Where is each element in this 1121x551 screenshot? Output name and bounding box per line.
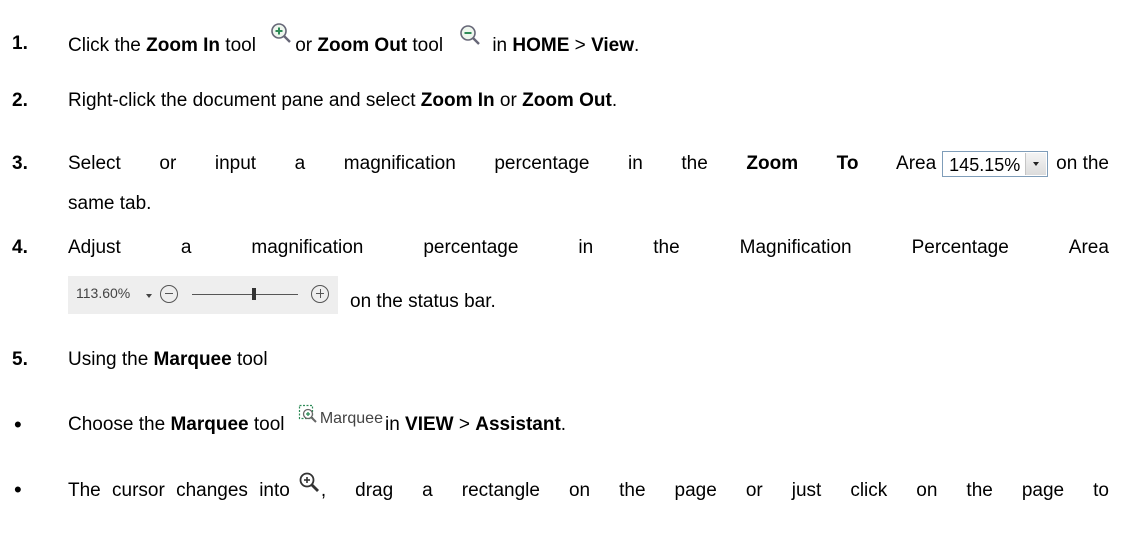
step-3-continued: same tab. [68, 193, 152, 214]
step-number: 2. [12, 90, 28, 111]
step-number: 3. [12, 153, 28, 174]
zoom-plus-icon [311, 285, 329, 303]
magnification-value: 113.60% [76, 285, 131, 301]
zoom-in-icon [269, 21, 293, 55]
chevron-down-icon [146, 294, 152, 298]
bullet-text: The cursor changes into , drag a rectang… [68, 472, 1109, 507]
zoom-slider-thumb [252, 288, 256, 300]
step-number: 4. [12, 237, 28, 258]
step-5: 5. Using the Marquee tool [0, 345, 1121, 375]
bullet-1: • Choose the Marquee tool Marquee in VIE… [0, 404, 1121, 440]
step-1: 1. Click the Zoom In tool or Zoom Out to… [0, 23, 1121, 59]
step-text: Click the Zoom In tool or Zoom Out tool … [68, 23, 639, 63]
step-2: 2. Right-click the document pane and sel… [0, 86, 1121, 116]
zoom-cursor-icon [298, 471, 320, 503]
zoom-out-icon [458, 23, 482, 57]
zoom-to-combobox: 145.15% [942, 151, 1049, 177]
magnification-status-bar: 113.60% [68, 276, 338, 314]
bullet-mark: • [14, 477, 22, 502]
step-number: 5. [12, 349, 28, 370]
step-text: Right-click the document pane and select… [68, 90, 618, 111]
step-text: Adjust a magnification percentage in the… [68, 237, 1109, 258]
bullet-text: Choose the Marquee tool Marquee in VIEW … [68, 404, 566, 440]
bullet-2: • The cursor changes into , drag a recta… [0, 472, 1121, 507]
step-4: 4. Adjust a magnification percentage in … [0, 233, 1121, 263]
zoom-slider-track [192, 294, 298, 295]
zoom-minus-icon [160, 285, 178, 303]
step-3: 3. Select or input a magnification perce… [0, 149, 1121, 179]
step-4-continued: on the status bar. [350, 291, 496, 312]
step-text: Using the Marquee tool [68, 349, 268, 370]
marquee-tool: Marquee [298, 404, 383, 434]
bullet-mark: • [14, 412, 22, 437]
marquee-icon [298, 404, 318, 434]
chevron-down-icon [1025, 153, 1047, 175]
step-number: 1. [12, 33, 28, 54]
step-text: Select or input a magnification percenta… [68, 151, 1109, 177]
